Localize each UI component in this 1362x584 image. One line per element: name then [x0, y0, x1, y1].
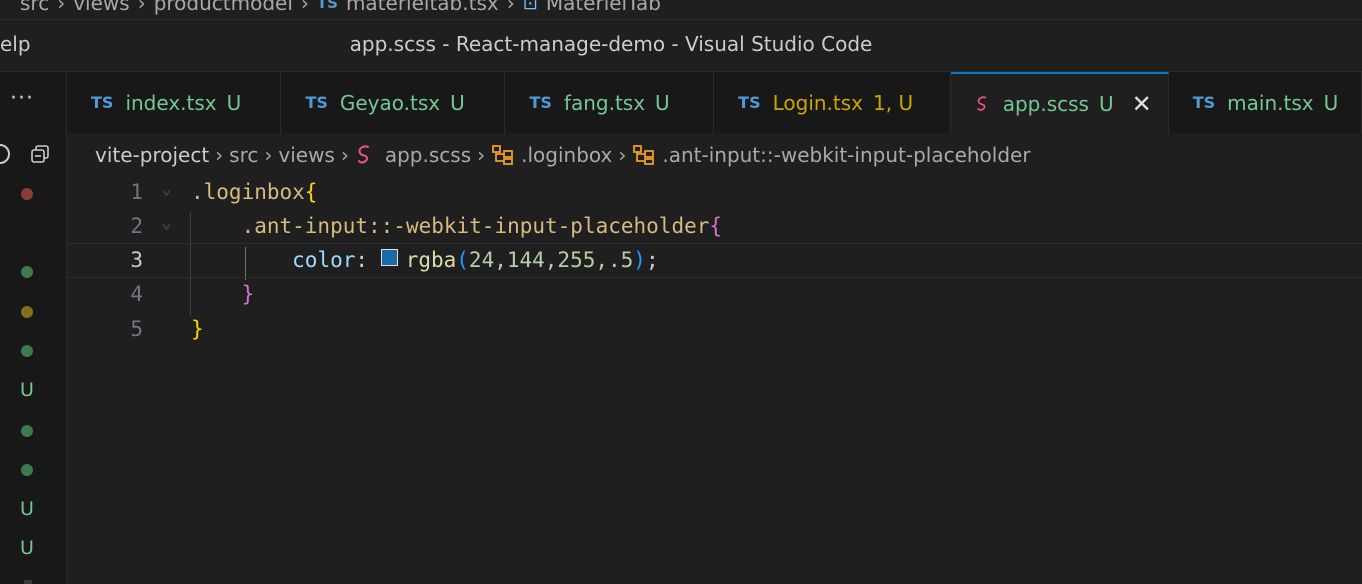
- color-swatch[interactable]: [380, 249, 398, 266]
- scroll-edge: [24, 580, 32, 584]
- tab-geyao-tsx[interactable]: TS Geyao.tsx U: [281, 72, 506, 134]
- behind-crumb-views: views: [73, 0, 130, 15]
- sass-file-icon: [357, 145, 369, 164]
- css-function: rgba: [405, 248, 457, 272]
- status-dot-error: [21, 188, 33, 200]
- fold-chevron-icon[interactable]: ⌄: [161, 178, 172, 199]
- typescript-file-icon: TS: [91, 92, 114, 112]
- breadcrumb-item-selector[interactable]: .ant-input::-webkit-input-placeholder: [662, 143, 1030, 167]
- colon: :: [355, 248, 369, 272]
- tab-label: index.tsx: [125, 91, 217, 115]
- behind-crumb-productmodel: productmodel: [153, 0, 293, 15]
- more-actions-icon[interactable]: ···: [10, 86, 34, 111]
- tab-git-badge: U: [226, 91, 242, 115]
- typescript-file-icon: TS: [316, 0, 338, 12]
- breadcrumb-item-folder[interactable]: views: [278, 143, 334, 167]
- behind-crumb-src: src: [20, 0, 50, 15]
- typescript-file-icon: TS: [1192, 92, 1216, 112]
- tab-login-tsx[interactable]: TS Login.tsx 1, U: [714, 72, 951, 134]
- tab-git-badge: U: [1323, 91, 1339, 115]
- tab-label: Login.tsx: [772, 91, 864, 115]
- symbol-selector-icon: [633, 145, 655, 165]
- status-dot-warning: [21, 306, 33, 318]
- line-number: 2: [130, 214, 143, 238]
- tab-git-badge: U: [1098, 92, 1114, 116]
- code-line-current: 3 color: rgba(24,144,255,.5);: [67, 243, 1362, 278]
- tab-label: fang.tsx: [563, 91, 646, 115]
- css-args: 24,144,255,.5: [468, 248, 634, 272]
- code-line: 2 ⌄ .ant-input::-webkit-input-placeholde…: [67, 210, 1362, 245]
- line-number: 5: [130, 317, 143, 341]
- line-number: 1: [130, 180, 143, 204]
- brace: {: [709, 214, 723, 238]
- line-number: 4: [130, 282, 143, 306]
- css-property: color: [292, 248, 356, 272]
- chevron-right-icon: ›: [340, 143, 349, 167]
- tab-app-scss[interactable]: app.scss U ✕: [950, 72, 1169, 134]
- explorer-sidebar-edge: ··· U U U: [0, 72, 67, 584]
- brace: {: [304, 180, 318, 204]
- chevron-right-icon: ›: [300, 0, 309, 15]
- close-icon[interactable]: ✕: [1132, 92, 1152, 116]
- status-untracked-badge: U: [20, 498, 34, 520]
- tab-git-badge: U: [450, 91, 465, 115]
- tab-git-badge: U: [655, 91, 670, 115]
- chevron-right-icon: ›: [506, 0, 515, 15]
- css-selector: .loginbox: [191, 180, 305, 204]
- tab-label: main.tsx: [1227, 91, 1314, 115]
- typescript-file-icon: TS: [305, 92, 328, 112]
- css-selector: .ant-input::-webkit-input-placeholder: [241, 214, 710, 238]
- behind-crumb-file: materieltab.tsx: [345, 0, 499, 15]
- typescript-file-icon: TS: [529, 92, 552, 112]
- tab-label: Geyao.tsx: [339, 91, 441, 115]
- paren: (: [456, 248, 469, 272]
- breadcrumb: vite-project › src › views › app.scss › …: [67, 134, 1362, 176]
- paren: ): [633, 248, 646, 272]
- brace: }: [241, 282, 255, 306]
- window-title: app.scss - React-manage-demo - Visual St…: [349, 32, 873, 56]
- fold-chevron-icon[interactable]: ⌄: [161, 212, 172, 233]
- tab-main-tsx[interactable]: TS main.tsx U: [1168, 72, 1362, 134]
- tab-index-tsx[interactable]: TS index.tsx U: [67, 72, 282, 134]
- status-untracked-badge: U: [20, 379, 34, 401]
- breadcrumb-item-selector[interactable]: .loginbox: [521, 143, 612, 167]
- title-bar: elp app.scss - React-manage-demo - Visua…: [0, 20, 1362, 72]
- brace: }: [191, 317, 204, 341]
- symbol-variable-icon: ⊡: [522, 0, 538, 14]
- breadcrumb-item-folder[interactable]: vite-project: [95, 143, 209, 167]
- semicolon: ;: [645, 248, 659, 272]
- symbol-selector-icon: [492, 145, 514, 165]
- code-line: 5 }: [67, 313, 1362, 348]
- collapse-all-icon[interactable]: [30, 144, 50, 164]
- status-dot-untracked: [21, 425, 33, 437]
- background-window-breadcrumb: src › views › productmodel › TS materiel…: [0, 0, 1362, 20]
- breadcrumb-item-folder[interactable]: src: [229, 143, 258, 167]
- typescript-file-icon: TS: [738, 92, 761, 112]
- tab-fang-tsx[interactable]: TS fang.tsx U: [505, 72, 715, 134]
- code-line: 4 }: [67, 278, 1362, 313]
- chevron-right-icon: ›: [137, 0, 146, 15]
- refresh-icon[interactable]: [0, 144, 10, 164]
- code-editor[interactable]: 1 ⌄ .loginbox{ 2 ⌄ .ant-input::-webkit-i…: [67, 176, 1362, 584]
- tab-label: app.scss: [1002, 92, 1089, 116]
- status-untracked-badge: U: [20, 537, 34, 559]
- behind-crumb-symbol: MaterielTab: [545, 0, 661, 15]
- chevron-right-icon: ›: [215, 143, 224, 167]
- chevron-right-icon: ›: [477, 143, 486, 167]
- chevron-right-icon: ›: [618, 143, 627, 167]
- line-number: 3: [130, 248, 143, 272]
- code-line: 1 ⌄ .loginbox{: [67, 176, 1362, 211]
- editor-tab-bar: TS index.tsx U TS Geyao.tsx U TS fang.ts…: [67, 72, 1362, 134]
- sass-file-icon: [977, 96, 986, 111]
- status-dot-untracked: [21, 464, 33, 476]
- status-dot-untracked: [21, 345, 33, 357]
- breadcrumb-item-file[interactable]: app.scss: [385, 143, 471, 167]
- chevron-right-icon: ›: [264, 143, 273, 167]
- status-dot-untracked: [21, 266, 33, 278]
- tab-problem-badge: 1, U: [873, 91, 914, 115]
- chevron-right-icon: ›: [57, 0, 66, 15]
- vscode-window: src › views › productmodel › TS materiel…: [0, 0, 1362, 584]
